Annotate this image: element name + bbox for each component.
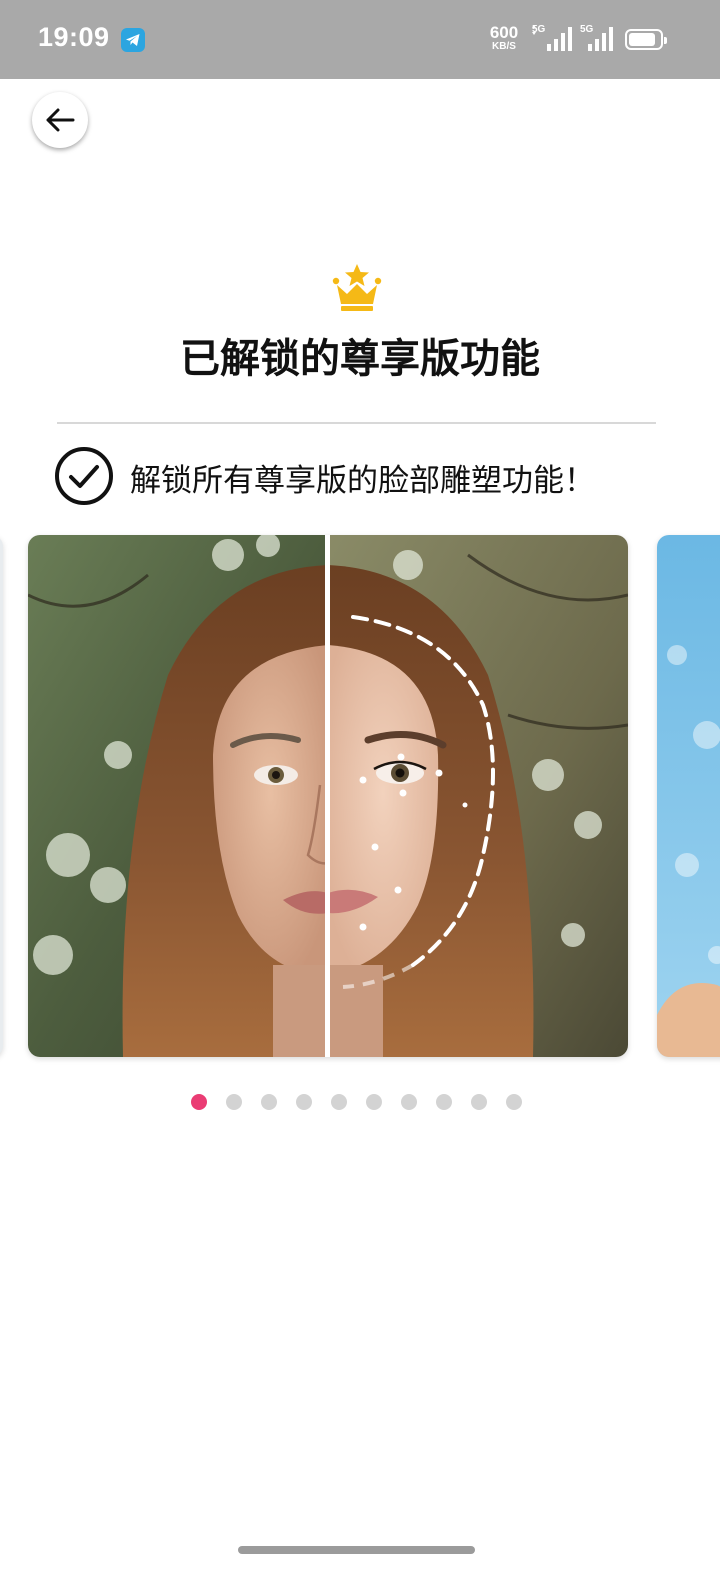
carousel-card-next[interactable]: [657, 535, 720, 1057]
signal-5g-icon-2: 5G: [578, 24, 616, 58]
back-button[interactable]: [32, 92, 88, 148]
crown-icon: [330, 262, 384, 318]
face-before-after-image: [28, 535, 628, 1057]
check-circle-icon: [54, 446, 114, 510]
pagination-dot[interactable]: [226, 1094, 242, 1110]
home-indicator[interactable]: [238, 1546, 475, 1554]
signal-label: 5G: [532, 24, 546, 35]
status-time: 19:09: [38, 22, 110, 52]
page-title: 已解锁的尊享版功能: [180, 336, 540, 382]
divider: [57, 422, 656, 424]
arrow-left-icon: [46, 108, 75, 132]
pagination-dot[interactable]: [436, 1094, 452, 1110]
signal-label-2: 5G: [580, 24, 594, 35]
pagination-dot[interactable]: [506, 1094, 522, 1110]
network-speed-value: 600: [489, 23, 519, 42]
pagination-dot[interactable]: [331, 1094, 347, 1110]
pagination-dot[interactable]: [296, 1094, 312, 1110]
network-speed: 600 KB/S: [485, 24, 523, 52]
carousel-card-face-sculpt[interactable]: [28, 535, 628, 1057]
next-slide-preview-image: [657, 535, 720, 1057]
battery-fill: [629, 33, 655, 46]
telegram-icon: [121, 28, 145, 52]
pagination-dot[interactable]: [366, 1094, 382, 1110]
pagination-dot[interactable]: [191, 1094, 207, 1110]
status-bar: 19:09 600 KB/S 5G 5G: [0, 0, 720, 79]
pagination-dot[interactable]: [261, 1094, 277, 1110]
signal-5g-icon: 5G: [530, 24, 574, 58]
network-speed-unit: KB/S: [492, 41, 516, 52]
carousel-card-previous[interactable]: [0, 535, 3, 1057]
pagination-dot[interactable]: [471, 1094, 487, 1110]
pagination-dot[interactable]: [401, 1094, 417, 1110]
feature-text: 解锁所有尊享版的脸部雕塑功能！: [130, 463, 595, 499]
battery-icon: [625, 29, 667, 50]
